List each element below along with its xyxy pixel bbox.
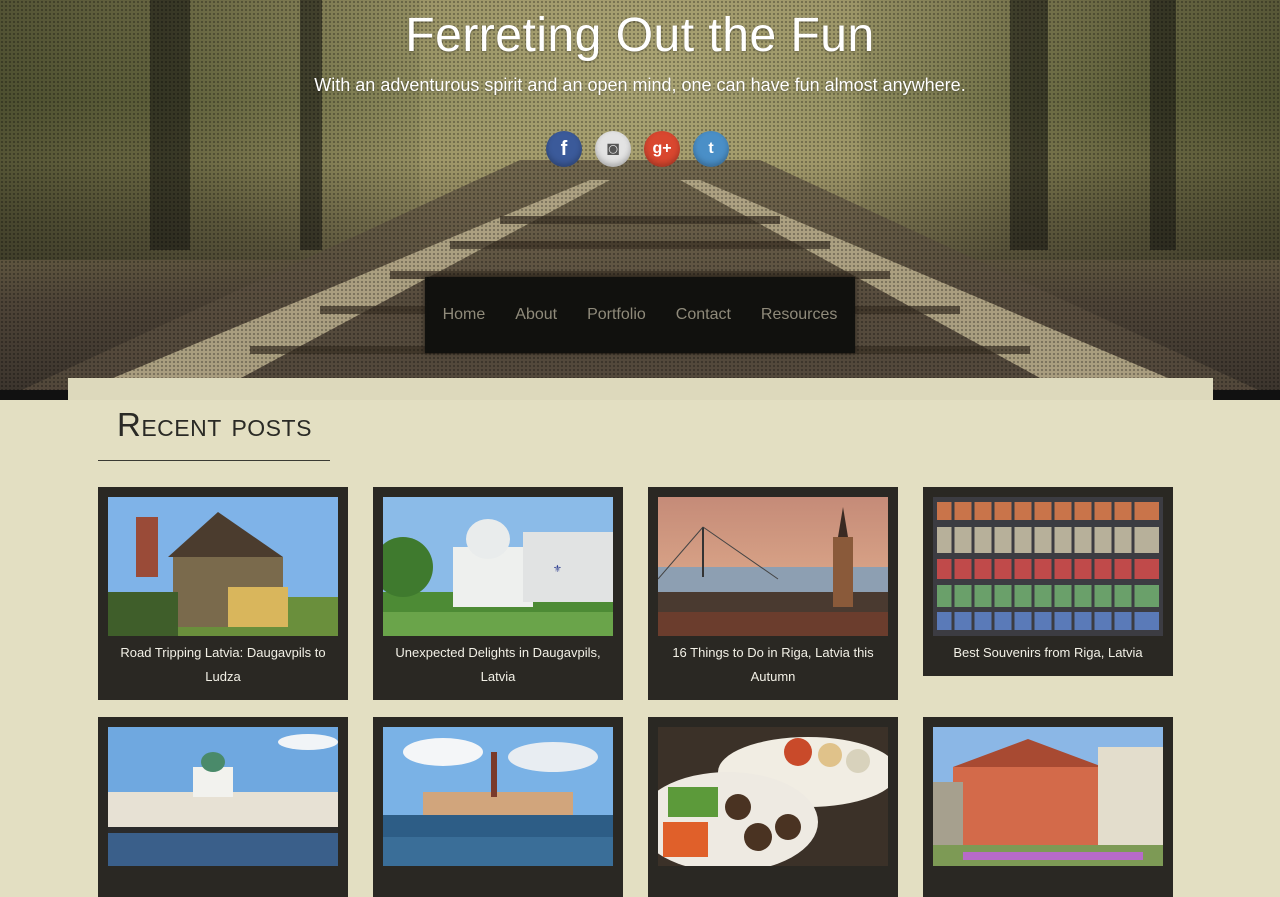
main-nav: Home About Portfolio Contact Resources: [425, 277, 855, 353]
facebook-icon[interactable]: f: [546, 131, 582, 167]
social-links: f ◙ g+ t: [546, 131, 729, 167]
post-thumbnail[interactable]: [383, 727, 613, 866]
post-title[interactable]: Best Souvenirs from Riga, Latvia: [933, 641, 1163, 665]
post-card[interactable]: ⚜ Unexpected Delights in Daugavpils, Lat…: [373, 487, 623, 700]
post-thumbnail[interactable]: [108, 497, 338, 636]
post-card[interactable]: Best Souvenirs from Riga, Latvia: [923, 487, 1173, 676]
section-title-recent-posts: Recent posts: [117, 406, 312, 443]
post-card[interactable]: [373, 717, 623, 897]
post-thumbnail[interactable]: [933, 727, 1163, 866]
post-card[interactable]: [98, 717, 348, 897]
header-hero: Ferreting Out the Fun With an adventurou…: [0, 0, 1280, 400]
section-divider: [98, 460, 330, 461]
nav-contact[interactable]: Contact: [676, 306, 731, 324]
post-title[interactable]: Unexpected Delights in Daugavpils, Latvi…: [383, 641, 613, 689]
post-thumbnail[interactable]: [108, 727, 338, 866]
post-thumbnail[interactable]: [933, 497, 1163, 636]
post-card[interactable]: [923, 717, 1173, 897]
google-plus-icon[interactable]: g+: [644, 131, 680, 167]
twitter-icon[interactable]: t: [693, 131, 729, 167]
post-title[interactable]: Road Tripping Latvia: Daugavpils to Ludz…: [108, 641, 338, 689]
instagram-icon[interactable]: ◙: [595, 131, 631, 167]
nav-home[interactable]: Home: [443, 306, 486, 324]
nav-portfolio[interactable]: Portfolio: [587, 306, 646, 324]
svg-text:⚜: ⚜: [553, 564, 562, 575]
nav-about[interactable]: About: [515, 306, 557, 324]
nav-resources[interactable]: Resources: [761, 306, 837, 324]
post-card[interactable]: [648, 717, 898, 897]
post-thumbnail[interactable]: [658, 727, 888, 866]
post-title[interactable]: 16 Things to Do in Riga, Latvia this Aut…: [658, 641, 888, 689]
post-thumbnail[interactable]: [658, 497, 888, 636]
post-card[interactable]: Road Tripping Latvia: Daugavpils to Ludz…: [98, 487, 348, 700]
site-tagline: With an adventurous spirit and an open m…: [314, 75, 966, 95]
post-thumbnail[interactable]: ⚜: [383, 497, 613, 636]
post-card[interactable]: 16 Things to Do in Riga, Latvia this Aut…: [648, 487, 898, 700]
site-title[interactable]: Ferreting Out the Fun: [0, 8, 1280, 63]
content-top-strip: [68, 378, 1213, 400]
